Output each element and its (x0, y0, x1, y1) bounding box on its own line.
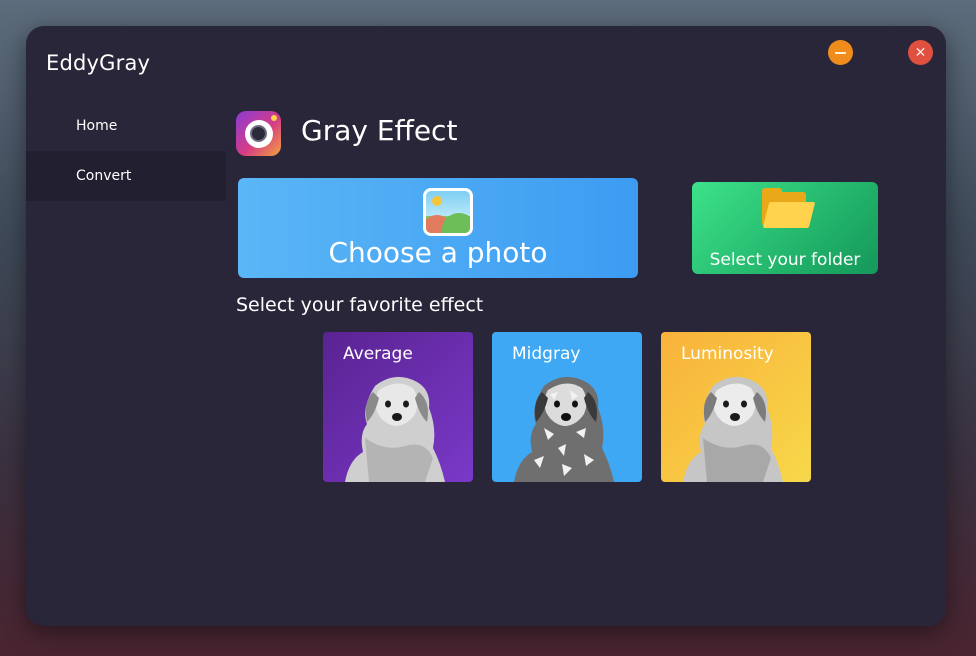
effect-label: Midgray (512, 344, 581, 364)
sidebar-item-home[interactable]: Home (26, 101, 226, 151)
app-window: EddyGray ✕ Home Convert Gray Effect Choo… (26, 26, 946, 626)
sidebar-item-label: Home (76, 118, 118, 134)
effect-card-average[interactable]: Average (323, 332, 473, 482)
close-button[interactable]: ✕ (908, 40, 933, 65)
minimize-icon (835, 51, 846, 54)
sidebar: Home Convert (26, 101, 226, 201)
dog-image (345, 376, 445, 482)
select-folder-button[interactable]: Select your folder (692, 182, 878, 274)
select-folder-label: Select your folder (709, 250, 861, 270)
effect-card-midgray[interactable]: Midgray (492, 332, 642, 482)
effect-label: Luminosity (681, 344, 774, 364)
dog-image (514, 376, 614, 482)
choose-photo-label: Choose a photo (328, 236, 548, 269)
effect-label: Average (343, 344, 413, 364)
app-title: EddyGray (46, 51, 151, 75)
dog-image (683, 376, 783, 482)
choose-photo-button[interactable]: Choose a photo (238, 178, 638, 278)
camera-logo-icon (236, 111, 281, 156)
effect-card-luminosity[interactable]: Luminosity (661, 332, 811, 482)
sidebar-item-convert[interactable]: Convert (26, 151, 226, 201)
minimize-button[interactable] (828, 40, 853, 65)
image-icon (423, 188, 473, 236)
folder-icon (762, 188, 816, 230)
close-icon: ✕ (914, 44, 927, 61)
sidebar-item-label: Convert (76, 168, 132, 184)
page-title: Gray Effect (301, 114, 458, 147)
section-heading: Select your favorite effect (236, 294, 484, 316)
